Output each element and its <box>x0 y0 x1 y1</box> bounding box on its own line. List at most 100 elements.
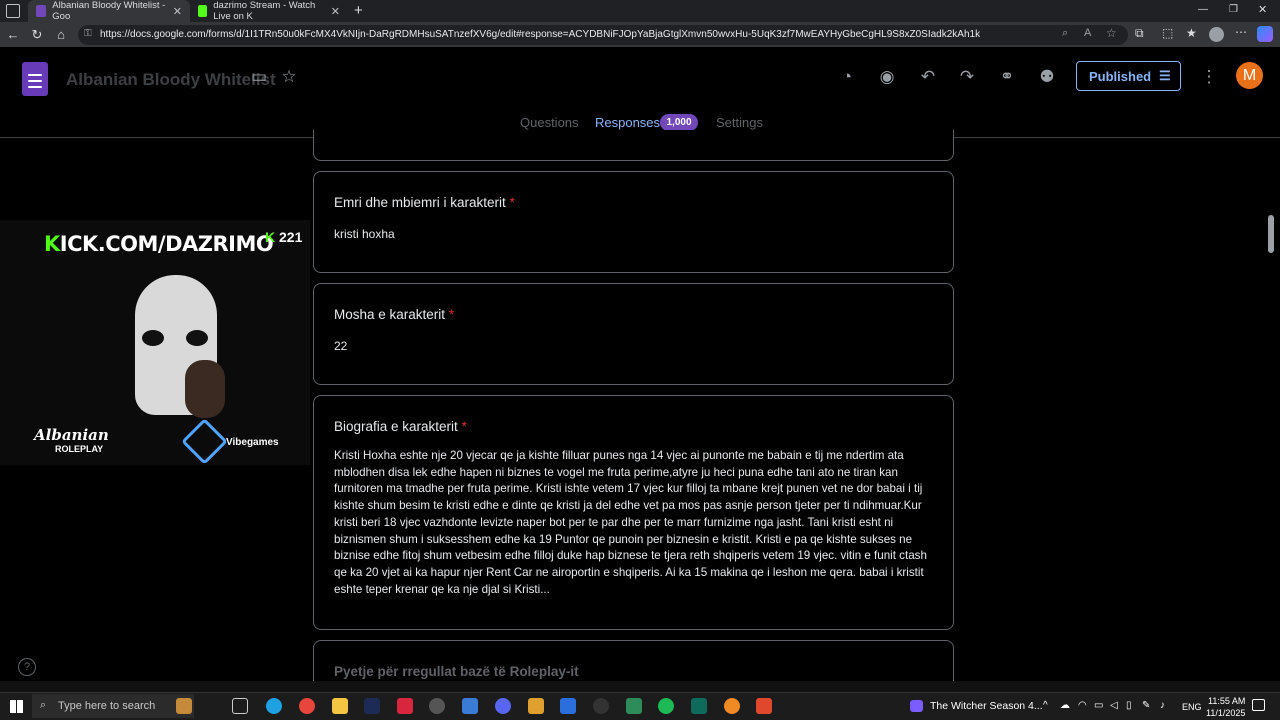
form-title[interactable]: Albanian Bloody Whitelist <box>66 70 276 90</box>
task-view-icon[interactable] <box>232 698 248 714</box>
windows-start-icon[interactable] <box>10 700 23 713</box>
store-icon[interactable] <box>462 698 478 714</box>
app-icon[interactable] <box>756 698 772 714</box>
tab-label: dazrimo Stream - Watch Live on K <box>213 0 316 22</box>
url-field[interactable]: ⚿ https://docs.google.com/forms/d/1I1TRn… <box>78 25 1128 45</box>
back-icon[interactable]: ← <box>4 26 22 44</box>
publish-settings-icon: ☰ <box>1159 68 1171 83</box>
app-icon[interactable] <box>691 698 707 714</box>
chrome-icon[interactable] <box>299 698 315 714</box>
spotify-icon[interactable] <box>658 698 674 714</box>
new-tab-icon[interactable]: + <box>354 2 363 19</box>
edge-icon[interactable] <box>266 698 282 714</box>
horizontal-scrollbar[interactable] <box>0 681 1280 692</box>
question-card: Emri dhe mbiemri i karakterit * kristi h… <box>313 171 954 273</box>
viewer-count: K 221 <box>265 229 303 245</box>
more-options-icon[interactable]: ⋮ <box>1198 66 1220 88</box>
volume-icon[interactable]: ◁ <box>1110 700 1118 711</box>
favorite-star-icon[interactable]: ☆ <box>1106 26 1117 40</box>
tab-label: Albanian Bloody Whitelist - Goo <box>52 0 166 22</box>
more-menu-icon[interactable]: ⋯ <box>1235 25 1247 39</box>
window-close-icon[interactable]: ✕ <box>1258 3 1267 16</box>
question-title: Pyetje për rregullat bazë të Roleplay-it <box>334 664 579 679</box>
url-text: https://docs.google.com/forms/d/1I1TRn50… <box>100 29 981 40</box>
app-icon[interactable] <box>626 698 642 714</box>
browser-tab-kick[interactable]: dazrimo Stream - Watch Live on K ✕ <box>190 0 348 22</box>
browser-tab-forms[interactable]: Albanian Bloody Whitelist - Goo ✕ <box>28 0 190 22</box>
address-bar-row: ← ↻ ⌂ ⚿ https://docs.google.com/forms/d/… <box>0 22 1280 48</box>
answer-text: kristi hoxha <box>334 227 395 241</box>
notifications-icon[interactable] <box>1252 699 1265 711</box>
cloud-icon[interactable]: ☁ <box>1060 700 1070 711</box>
account-avatar[interactable]: M <box>1236 62 1263 89</box>
close-tab-icon[interactable]: ✕ <box>331 5 340 18</box>
star-icon[interactable]: ☆ <box>278 66 300 88</box>
customize-theme-icon[interactable]: ◔ <box>836 66 858 88</box>
browser-tab-bar: Albanian Bloody Whitelist - Goo ✕ dazrim… <box>0 0 1280 22</box>
undo-icon[interactable]: ↶ <box>917 66 939 88</box>
copy-link-icon[interactable]: ⚭ <box>996 66 1018 88</box>
battery-icon[interactable]: ▯ <box>1126 700 1132 711</box>
kick-channel-banner: KICK.COM/DAZRIMO <box>44 232 274 256</box>
read-aloud-icon[interactable]: A <box>1084 27 1091 39</box>
file-explorer-icon[interactable] <box>332 698 348 714</box>
minimize-icon[interactable]: — <box>1198 4 1208 15</box>
favorites-icon[interactable]: ★ <box>1186 26 1197 40</box>
question-title: Mosha e karakterit * <box>334 307 455 322</box>
search-highlight-icon[interactable] <box>176 698 192 714</box>
zoom-icon[interactable]: ⌕ <box>1062 27 1068 40</box>
search-icon: ⌕ <box>40 699 47 711</box>
published-button[interactable]: Published ☰ <box>1076 61 1181 91</box>
app-icon[interactable] <box>397 698 413 714</box>
network-icon[interactable]: ▭ <box>1094 700 1103 711</box>
streamer-hand <box>185 360 225 418</box>
close-tab-icon[interactable]: ✕ <box>173 5 182 18</box>
reload-icon[interactable]: ↻ <box>28 26 46 44</box>
albanian-roleplay-logo: Albanian <box>34 426 109 444</box>
discord-icon[interactable] <box>495 698 511 714</box>
app-icon[interactable] <box>593 698 609 714</box>
move-to-folder-icon[interactable]: ▭ <box>248 66 270 88</box>
tab-responses[interactable]: Responses <box>595 115 660 130</box>
scrollbar-thumb[interactable] <box>1268 215 1274 253</box>
redo-icon[interactable]: ↷ <box>956 66 978 88</box>
kick-favicon-icon <box>198 5 208 17</box>
app-icon[interactable] <box>724 698 740 714</box>
google-forms-logo-icon[interactable] <box>22 62 48 96</box>
language-indicator[interactable]: ENG <box>1182 702 1202 712</box>
preview-eye-icon[interactable]: ◉ <box>876 66 898 88</box>
taskbar-search[interactable]: ⌕ Type here to search <box>32 694 194 718</box>
app-icon[interactable] <box>560 698 576 714</box>
question-title: Emri dhe mbiemri i karakterit * <box>334 195 515 210</box>
app-icon[interactable] <box>528 698 544 714</box>
home-icon[interactable]: ⌂ <box>52 26 70 44</box>
extensions-icon[interactable]: ⧉ <box>1135 26 1144 41</box>
pen-icon[interactable]: ✎ <box>1142 700 1150 711</box>
tab-questions[interactable]: Questions <box>520 115 579 130</box>
site-info-icon[interactable]: ⚿ <box>84 28 92 39</box>
tab-settings[interactable]: Settings <box>716 115 763 130</box>
answer-text: Kristi Hoxha eshte nje 20 vjecar qe ja k… <box>334 449 927 596</box>
media-icon[interactable] <box>910 700 923 712</box>
copilot-icon[interactable] <box>1257 26 1273 42</box>
photoshop-icon[interactable] <box>364 698 380 714</box>
add-collaborator-icon[interactable]: ⚉ <box>1036 66 1058 88</box>
browser-menu-icon[interactable] <box>6 4 20 18</box>
profile-icon[interactable] <box>1209 27 1224 42</box>
wifi-icon[interactable]: ◠ <box>1078 700 1087 711</box>
media-title[interactable]: The Witcher Season 4... <box>930 700 1043 712</box>
restore-icon[interactable]: ❐ <box>1229 4 1238 15</box>
clock[interactable]: 11:55 AM 11/1/2025 <box>1206 695 1245 719</box>
help-icon[interactable]: ? <box>18 658 36 676</box>
sound-icon[interactable]: ♪ <box>1160 700 1165 711</box>
question-card: Biografia e karakterit * Kristi Hoxha es… <box>313 395 954 630</box>
answer-text: 22 <box>334 339 348 353</box>
tray-chevron-icon[interactable]: ^ <box>1043 700 1048 711</box>
forms-favicon-icon <box>36 5 47 17</box>
mask-eye <box>186 330 208 346</box>
app-icon[interactable] <box>429 698 445 714</box>
clock-time: 11:55 AM <box>1208 696 1246 706</box>
split-screen-icon[interactable]: ⬚ <box>1162 26 1173 40</box>
clock-date: 11/1/2025 <box>1206 708 1246 718</box>
kick-icon: K <box>265 229 276 245</box>
